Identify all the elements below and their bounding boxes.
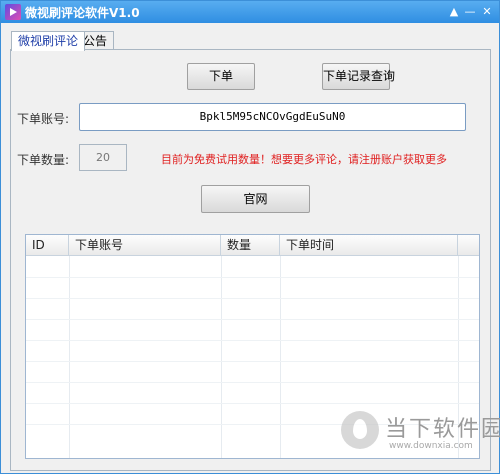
column-divider — [280, 256, 281, 458]
column-header-id[interactable]: ID — [26, 235, 69, 255]
column-header-quantity[interactable]: 数量 — [221, 235, 280, 255]
table-header: ID 下单账号 数量 下单时间 — [26, 235, 479, 256]
restore-icon[interactable]: ▲ — [447, 5, 461, 19]
row-divider — [26, 340, 479, 341]
order-button[interactable]: 下单 — [187, 63, 255, 90]
column-header-filler — [458, 235, 479, 255]
watermark-url: www.downxia.com — [389, 441, 473, 451]
app-logo-icon — [5, 4, 21, 20]
column-header-account[interactable]: 下单账号 — [69, 235, 221, 255]
tab-comment[interactable]: 微视刷评论 — [11, 31, 86, 51]
trial-notice: 目前为免费试用数量！想要更多评论，请注册账户获取更多 — [161, 153, 447, 166]
watermark-logo-icon — [341, 411, 379, 449]
account-input[interactable]: Bpkl5M95cNCOvGgdEuSuN0 — [79, 103, 466, 131]
column-divider — [221, 256, 222, 458]
column-header-time[interactable]: 下单时间 — [280, 235, 458, 255]
title-bar: 微视刷评论软件V1.0 ▲ — ✕ — [1, 1, 499, 23]
quantity-field[interactable]: 20 — [79, 144, 127, 171]
window-title: 微视刷评论软件V1.0 — [25, 6, 140, 20]
order-history-button[interactable]: 下单记录查询 — [322, 63, 395, 90]
website-button[interactable]: 官网 — [201, 185, 310, 213]
row-divider — [26, 277, 479, 278]
column-divider — [69, 256, 70, 458]
row-divider — [26, 319, 479, 320]
close-icon[interactable]: ✕ — [480, 5, 494, 19]
minimize-icon[interactable]: — — [463, 5, 477, 19]
row-divider — [26, 403, 479, 404]
account-label: 下单账号: — [17, 112, 70, 126]
quantity-label: 下单数量: — [17, 153, 70, 167]
row-divider — [26, 298, 479, 299]
site-watermark: 当下软件园 www.downxia.com — [341, 409, 500, 459]
row-divider — [26, 361, 479, 362]
row-divider — [26, 382, 479, 383]
watermark-text: 当下软件园 — [385, 417, 500, 442]
app-window: 微视刷评论软件V1.0 ▲ — ✕ 微视刷评论 公告 下单 下单记录查询 下单账… — [0, 0, 500, 474]
